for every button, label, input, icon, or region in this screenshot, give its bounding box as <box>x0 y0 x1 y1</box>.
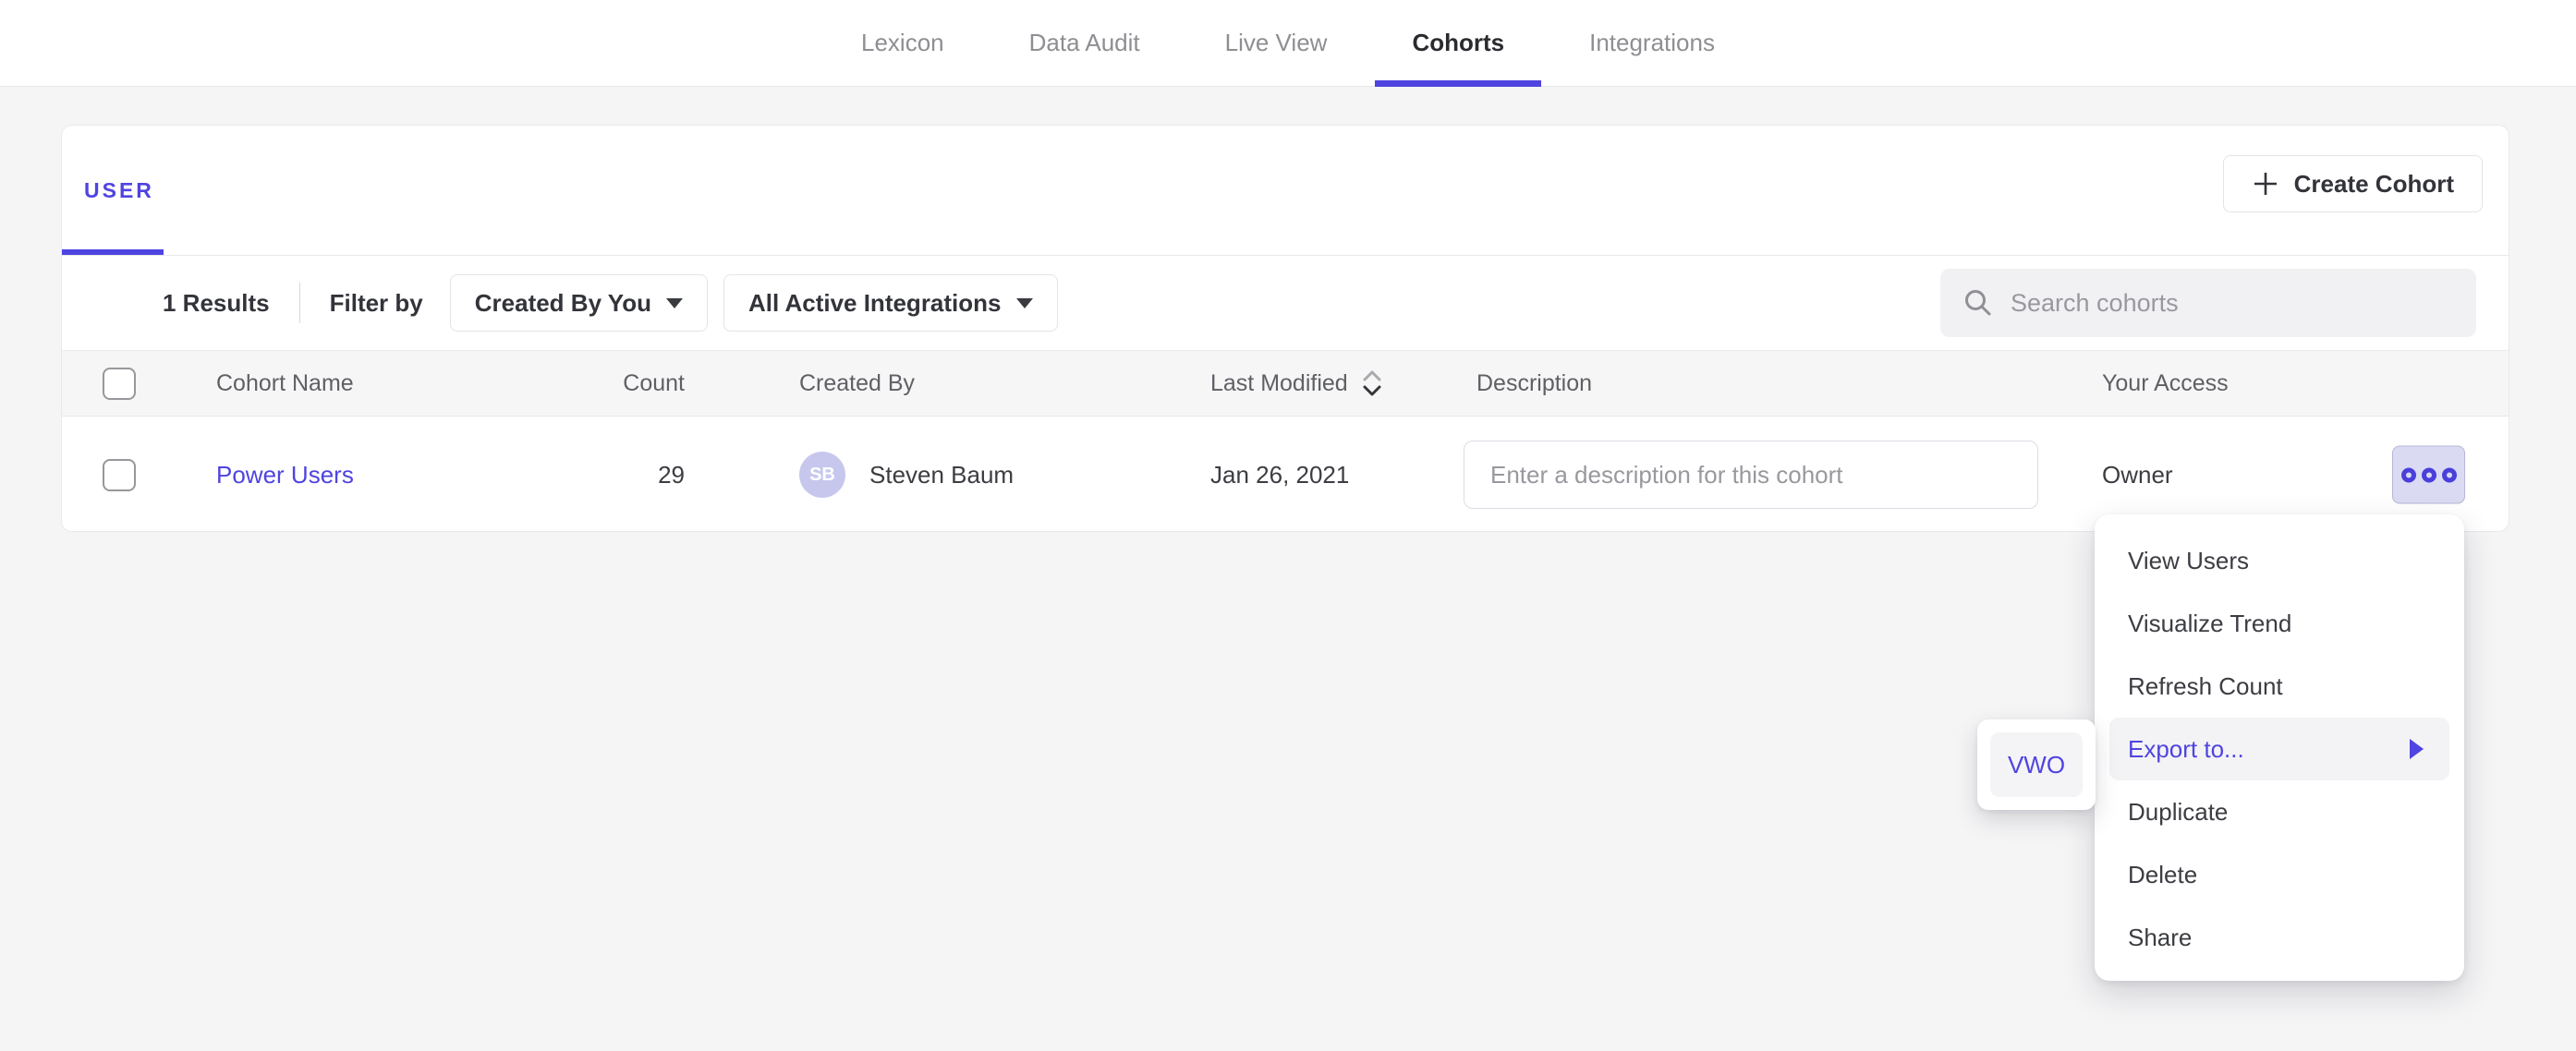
created-by-name: Steven Baum <box>869 461 1014 489</box>
select-all-cell <box>62 368 155 400</box>
column-header-created-by: Created By <box>685 370 1149 397</box>
tab-user[interactable]: USER <box>84 126 154 255</box>
column-header-your-access: Your Access <box>2041 370 2509 397</box>
access-cell: Owner <box>2041 461 2509 489</box>
nav-item-cohorts-label: Cohorts <box>1412 29 1504 57</box>
select-all-checkbox[interactable] <box>103 368 136 400</box>
vertical-divider <box>299 283 300 323</box>
top-nav: Lexicon Data Audit Live View Cohorts Int… <box>0 0 2576 86</box>
top-navigation-bar: Lexicon Data Audit Live View Cohorts Int… <box>0 0 2576 87</box>
created-by-filter-value: Created By You <box>475 289 651 318</box>
search-cohorts-box <box>1940 269 2476 337</box>
access-value: Owner <box>2102 461 2173 489</box>
menu-item-delete[interactable]: Delete <box>2095 843 2464 906</box>
submenu-arrow-icon <box>2410 739 2424 759</box>
menu-item-visualize-trend[interactable]: Visualize Trend <box>2095 592 2464 655</box>
menu-item-export-to[interactable]: Export to... <box>2109 718 2449 780</box>
cohorts-card: USER Create Cohort 1 Results Filter by C… <box>61 125 2509 532</box>
column-header-count: Count <box>524 370 685 397</box>
created-by-filter-dropdown[interactable]: Created By You <box>450 274 708 332</box>
cohort-name-link[interactable]: Power Users <box>216 461 354 489</box>
ellipsis-icon <box>2422 467 2436 482</box>
create-cohort-button[interactable]: Create Cohort <box>2223 155 2483 212</box>
menu-item-export-to-label: Export to... <box>2128 735 2244 764</box>
menu-item-refresh-count[interactable]: Refresh Count <box>2095 655 2464 718</box>
caret-down-icon <box>1016 298 1033 308</box>
tab-user-underline <box>62 249 164 255</box>
column-header-cohort-name: Cohort Name <box>155 370 524 397</box>
active-tab-underline <box>1375 80 1541 87</box>
row-select-cell <box>62 459 155 491</box>
menu-item-share[interactable]: Share <box>2095 906 2464 969</box>
integrations-filter-value: All Active Integrations <box>748 289 1002 318</box>
menu-item-duplicate[interactable]: Duplicate <box>2095 780 2464 843</box>
results-count: 1 Results <box>163 289 270 318</box>
avatar: SB <box>799 452 845 498</box>
nav-item-live-view[interactable]: Live View <box>1220 0 1333 86</box>
search-icon <box>1962 287 1994 319</box>
column-header-description: Description <box>1416 370 2041 397</box>
create-cohort-label: Create Cohort <box>2294 170 2454 199</box>
description-input[interactable] <box>1464 441 2038 509</box>
filter-row: 1 Results Filter by Created By You All A… <box>62 256 2509 350</box>
table-header: Cohort Name Count Created By Last Modifi… <box>62 350 2509 417</box>
plus-icon <box>2252 170 2279 198</box>
ellipsis-icon <box>2442 467 2457 482</box>
search-cohorts-input[interactable] <box>2011 289 2454 318</box>
created-by-cell: SB Steven Baum <box>685 452 1149 498</box>
sort-icon <box>1361 368 1383 398</box>
cohort-count: 29 <box>524 461 685 489</box>
column-header-last-modified[interactable]: Last Modified <box>1149 368 1416 398</box>
integrations-filter-dropdown[interactable]: All Active Integrations <box>723 274 1058 332</box>
export-to-submenu: VWO <box>1977 719 2096 810</box>
row-actions-context-menu: View Users Visualize Trend Refresh Count… <box>2095 514 2464 981</box>
last-modified-cell: Jan 26, 2021 <box>1149 461 1416 489</box>
cohort-type-tabbar: USER Create Cohort <box>62 126 2509 256</box>
row-checkbox[interactable] <box>103 459 136 491</box>
nav-item-integrations[interactable]: Integrations <box>1584 0 1720 86</box>
more-actions-button[interactable] <box>2392 446 2465 504</box>
filter-by-label: Filter by <box>330 289 423 318</box>
ellipsis-icon <box>2401 467 2416 482</box>
submenu-item-vwo[interactable]: VWO <box>1990 732 2083 797</box>
caret-down-icon <box>666 298 683 308</box>
column-header-last-modified-label: Last Modified <box>1210 370 1348 397</box>
nav-item-lexicon[interactable]: Lexicon <box>856 0 950 86</box>
nav-item-data-audit[interactable]: Data Audit <box>1024 0 1146 86</box>
nav-item-cohorts[interactable]: Cohorts <box>1406 0 1510 86</box>
description-cell <box>1416 441 2041 509</box>
menu-item-view-users[interactable]: View Users <box>2095 529 2464 592</box>
